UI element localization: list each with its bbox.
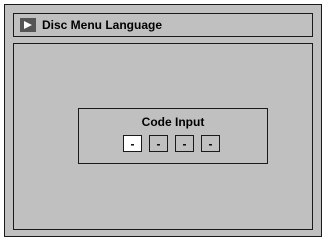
code-digit-fields: - - - - — [123, 135, 220, 152]
page-title: Disc Menu Language — [42, 18, 163, 32]
code-digit-4[interactable]: - — [201, 135, 220, 152]
osd-screen: Disc Menu Language Code Input - - - - — [4, 4, 322, 237]
code-digit-3[interactable]: - — [175, 135, 194, 152]
play-icon — [20, 18, 36, 32]
code-digit-1[interactable]: - — [123, 135, 142, 152]
content-panel: Code Input - - - - — [13, 43, 313, 230]
code-digit-2[interactable]: - — [149, 135, 168, 152]
title-bar: Disc Menu Language — [13, 13, 313, 37]
code-input-dialog: Code Input - - - - — [78, 108, 268, 164]
code-input-label: Code Input — [141, 115, 205, 129]
